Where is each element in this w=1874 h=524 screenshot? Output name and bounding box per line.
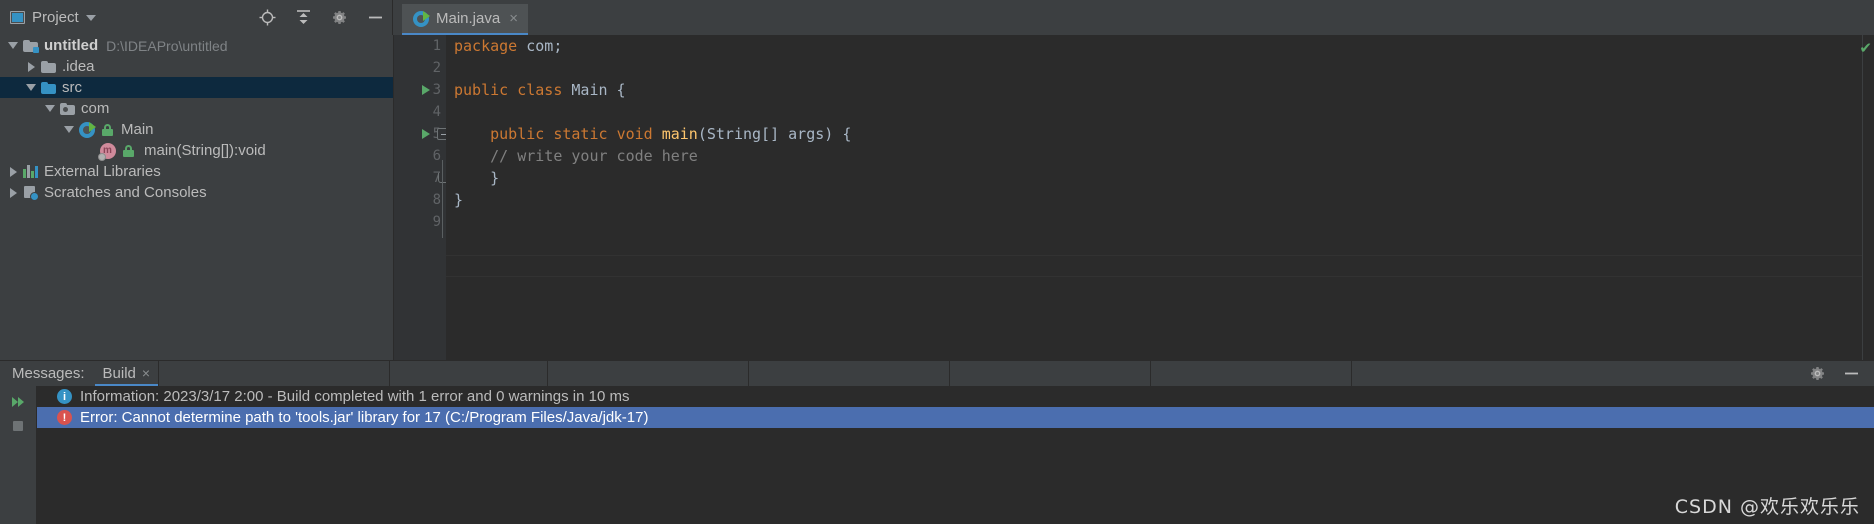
expand-arrow-right-icon[interactable] <box>22 61 40 72</box>
close-icon[interactable]: × <box>142 365 150 381</box>
java-class-icon <box>413 10 430 27</box>
code-line-3: public class Main { <box>454 81 626 99</box>
tab-bar-filler <box>158 361 1794 386</box>
inspection-gutter[interactable]: ✔ <box>1859 35 1874 360</box>
expand-arrow-down-icon[interactable] <box>60 126 78 133</box>
project-toolwindow-label: Project <box>32 9 79 26</box>
expand-arrow-down-icon[interactable] <box>41 105 59 112</box>
run-method-icon[interactable] <box>417 123 435 145</box>
tab-label: Main.java <box>436 10 501 27</box>
hide-icon[interactable] <box>1842 365 1860 383</box>
info-icon: i <box>57 389 72 404</box>
run-gutter-markers <box>417 35 435 145</box>
tab-main-java[interactable]: Main.java × <box>402 4 528 35</box>
build-message-text: Error: Cannot determine path to 'tools.j… <box>80 409 649 426</box>
code-line-6: // write your code here <box>454 147 698 165</box>
idea-window: Project Main.java × untitled D:\IDEAPro\… <box>0 0 1874 524</box>
tree-node-external-libraries[interactable]: External Libraries <box>0 161 393 182</box>
collapse-all-icon[interactable] <box>294 9 312 27</box>
tree-node-src[interactable]: src <box>0 77 393 98</box>
settings-gear-icon[interactable] <box>330 9 348 27</box>
caret-row-highlight <box>446 255 1862 277</box>
tab-build-label: Build <box>102 364 136 382</box>
build-tabs-left: Messages: Build × <box>0 361 159 386</box>
build-message-row[interactable]: i Information: 2023/3/17 2:00 - Build co… <box>37 386 1874 407</box>
inspection-ok-icon[interactable]: ✔ <box>1859 41 1872 56</box>
tree-label: Scratches and Consoles <box>44 184 207 201</box>
expand-arrow-down-icon[interactable] <box>22 84 40 91</box>
tree-node-main-method[interactable]: m main(String[]):void <box>0 140 393 161</box>
code-text-area[interactable]: package com; public class Main { public … <box>446 35 1862 360</box>
csdn-watermark: CSDN @欢乐欢乐乐 <box>1674 496 1860 518</box>
module-folder-icon <box>22 39 39 53</box>
code-line-1: package com; <box>454 37 563 55</box>
project-tree[interactable]: untitled D:\IDEAPro\untitled .idea src c… <box>0 35 394 360</box>
build-tab-bar: Messages: Build × <box>0 361 1874 386</box>
project-toolwindow-header: Project <box>0 0 393 35</box>
folder-grey-icon <box>40 60 57 73</box>
main-area: untitled D:\IDEAPro\untitled .idea src c… <box>0 35 1874 360</box>
tree-node-idea[interactable]: .idea <box>0 56 393 77</box>
build-message-list[interactable]: i Information: 2023/3/17 2:00 - Build co… <box>37 386 1874 524</box>
line-number: 8 <box>432 192 441 208</box>
hide-icon[interactable] <box>366 9 384 27</box>
project-icon <box>10 11 25 24</box>
package-folder-icon <box>59 102 76 115</box>
messages-label: Messages: <box>12 365 85 382</box>
code-line-7: } <box>454 169 500 187</box>
tree-label: .idea <box>62 58 95 75</box>
close-icon[interactable]: × <box>509 11 518 26</box>
tree-label: Main <box>121 121 154 138</box>
tree-node-main-class[interactable]: Main <box>0 119 393 140</box>
code-editor[interactable]: 1 2 3 4 5 6 7 8 9 <box>394 35 1874 360</box>
rerun-button[interactable] <box>0 390 36 414</box>
public-lock-icon <box>102 123 113 136</box>
scratches-icon <box>22 185 39 201</box>
code-line-8: } <box>454 191 464 209</box>
build-toolwindow: Messages: Build × i Information: 2023/3/… <box>0 360 1874 524</box>
chevron-down-icon[interactable] <box>85 14 96 21</box>
tab-build[interactable]: Build × <box>94 362 159 386</box>
editor-tabs: Main.java × <box>393 0 1874 35</box>
build-message-row[interactable]: ! Error: Cannot determine path to 'tools… <box>37 407 1874 428</box>
run-class-icon[interactable] <box>417 79 435 101</box>
expand-arrow-right-icon[interactable] <box>4 187 22 198</box>
tree-label: External Libraries <box>44 163 161 180</box>
tree-node-untitled[interactable]: untitled D:\IDEAPro\untitled <box>0 35 393 56</box>
tree-label: com <box>81 100 110 117</box>
top-row: Project Main.java × <box>0 0 1874 35</box>
line-number: 9 <box>432 214 441 230</box>
stop-button[interactable] <box>0 414 36 438</box>
settings-gear-icon[interactable] <box>1808 365 1826 383</box>
editor-gutter[interactable]: 1 2 3 4 5 6 7 8 9 <box>394 35 449 360</box>
locate-icon[interactable] <box>258 9 276 27</box>
toolwindow-actions <box>258 0 384 35</box>
expand-arrow-right-icon[interactable] <box>4 166 22 177</box>
method-icon: m <box>97 142 116 161</box>
tree-node-scratches-and-consoles[interactable]: Scratches and Consoles <box>0 182 393 203</box>
libraries-icon <box>22 165 39 178</box>
expand-arrow-down-icon[interactable] <box>4 42 22 49</box>
java-class-icon <box>78 121 96 138</box>
code-line-5: public static void main(String[] args) { <box>490 125 852 143</box>
fold-region-line <box>442 160 443 238</box>
build-tab-actions <box>1794 361 1874 386</box>
tree-node-com[interactable]: com <box>0 98 393 119</box>
folder-blue-icon <box>40 81 57 94</box>
tree-label: untitled <box>44 37 99 54</box>
public-lock-icon <box>123 144 134 157</box>
error-icon: ! <box>57 410 72 425</box>
project-toolwindow-title[interactable]: Project <box>10 9 96 26</box>
tree-path: D:\IDEAPro\untitled <box>106 37 228 54</box>
tree-label: main(String[]):void <box>144 142 266 159</box>
tree-label: src <box>62 79 82 96</box>
build-side-toolbar <box>0 386 37 524</box>
build-body: i Information: 2023/3/17 2:00 - Build co… <box>0 386 1874 524</box>
build-message-text: Information: 2023/3/17 2:00 - Build comp… <box>80 388 630 405</box>
